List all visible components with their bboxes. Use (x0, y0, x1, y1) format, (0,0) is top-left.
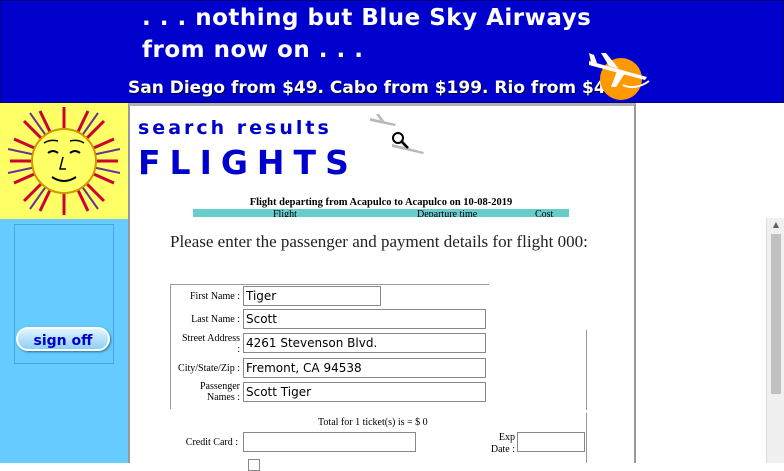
exp-date-label-line2: Date : (490, 444, 515, 455)
exp-date-label-line1: Exp (498, 432, 515, 443)
passenger-names-label: Passenger Names : (172, 381, 240, 403)
exp-date-field[interactable] (517, 432, 585, 452)
form-divider (586, 413, 587, 463)
city-state-zip-label: City/State/Zip : (178, 363, 240, 374)
page-subtitle: search results (138, 117, 332, 139)
sign-off-button[interactable]: sign off (16, 327, 110, 351)
sun-face-icon (7, 107, 121, 215)
page-scrollbar[interactable]: ▲ (766, 218, 784, 463)
scroll-thumb[interactable] (771, 234, 781, 394)
credit-card-label: Credit Card : (185, 437, 238, 448)
sun-logo (0, 103, 128, 219)
passenger-names-field[interactable]: Scott Tiger (243, 382, 486, 402)
first-name-field[interactable]: Tiger (243, 286, 381, 306)
form-intro: Please enter the passenger and payment d… (170, 232, 588, 251)
airplane-logo-icon (589, 53, 650, 100)
column-header-cost: Cost (535, 209, 554, 217)
street-address-field[interactable]: 4261 Stevenson Blvd. (243, 333, 486, 353)
flight-table-header: Flight Departure time Cost (193, 209, 569, 217)
last-name-label: Last Name : (191, 314, 240, 325)
form-divider (586, 330, 587, 410)
column-header-departure: Departure time (417, 209, 478, 217)
tagline-line2: from now on . . . (142, 37, 364, 63)
city-state-zip-field[interactable]: Fremont, CA 94538 (243, 358, 486, 378)
scroll-up-arrow-icon[interactable]: ▲ (767, 218, 784, 232)
street-address-label-line1: Street Address (181, 333, 240, 344)
exp-date-label: Exp Date : (470, 432, 515, 456)
tagline-line1: . . . nothing but Blue Sky Airways (142, 5, 592, 31)
form-checkbox[interactable] (248, 459, 260, 471)
street-address-label-line2: : (237, 344, 240, 355)
passenger-names-label-line2: Names : (206, 392, 240, 403)
promo-text: San Diego from $49. Cabo from $199. Rio … (128, 78, 636, 98)
flight-caption: Flight departing from Acapulco to Acapul… (249, 197, 513, 208)
first-name-label: First Name : (190, 291, 240, 302)
street-address-label: Street Address : (172, 333, 240, 355)
search-planes-icon (370, 114, 424, 154)
passenger-names-label-line1: Passenger (200, 381, 240, 392)
ticket-total: Total for 1 ticket(s) is = $ 0 (318, 417, 428, 428)
last-name-field[interactable]: Scott (243, 309, 486, 329)
credit-card-field[interactable] (243, 432, 416, 452)
page-title: FLIGHTS (138, 143, 358, 182)
column-header-flight: Flight (273, 209, 297, 217)
header-banner: . . . nothing but Blue Sky Airways from … (0, 0, 784, 103)
